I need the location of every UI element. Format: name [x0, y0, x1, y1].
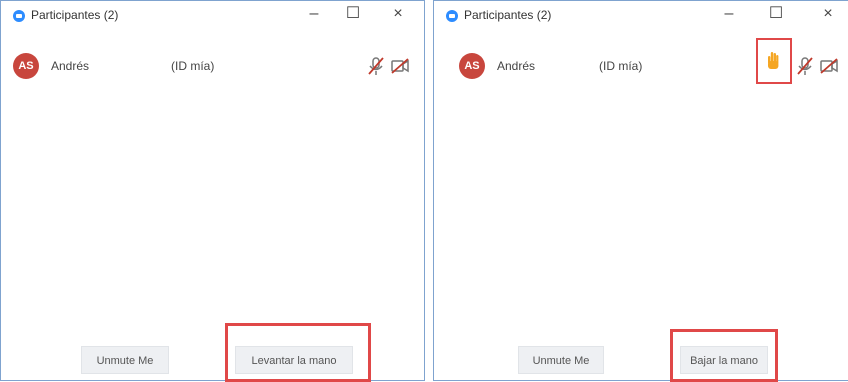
unmute-button[interactable]: Unmute Me — [81, 346, 169, 374]
zoom-app-icon — [13, 10, 25, 22]
close-button[interactable]: × — [818, 4, 838, 24]
highlight-box — [225, 323, 371, 382]
muted-mic-icon[interactable] — [794, 55, 816, 77]
highlight-box — [670, 329, 778, 382]
participant-id-label: (ID mía) — [171, 59, 215, 73]
avatar: AS — [13, 53, 39, 79]
video-off-icon[interactable] — [818, 55, 840, 77]
participant-row[interactable]: AS Andrés (ID mía) — [1, 51, 424, 81]
raised-hand-icon — [768, 52, 779, 69]
minimize-button[interactable]: – — [719, 4, 739, 24]
muted-mic-icon[interactable] — [365, 55, 387, 77]
minimize-button[interactable]: – — [304, 4, 324, 24]
close-button[interactable]: × — [388, 4, 408, 24]
participant-name: Andrés — [497, 59, 536, 73]
window-title: Participantes (2) — [464, 8, 552, 22]
zoom-app-icon — [446, 10, 458, 22]
maximize-button[interactable]: ☐ — [766, 4, 786, 24]
participant-id-label: (ID mía) — [599, 59, 643, 73]
window-title: Participantes (2) — [31, 8, 119, 22]
participants-window-left: Participantes (2) – ☐ × AS Andrés (ID mí… — [0, 0, 425, 382]
title-bar: Participantes (2) – ☐ × — [1, 1, 424, 29]
unmute-button[interactable]: Unmute Me — [518, 346, 604, 374]
maximize-button[interactable]: ☐ — [343, 4, 363, 24]
participant-name: Andrés — [51, 59, 90, 73]
title-bar: Participantes (2) – ☐ × — [434, 1, 848, 29]
raised-hand-highlight — [756, 38, 792, 84]
avatar: AS — [459, 53, 485, 79]
video-off-icon[interactable] — [389, 55, 411, 77]
